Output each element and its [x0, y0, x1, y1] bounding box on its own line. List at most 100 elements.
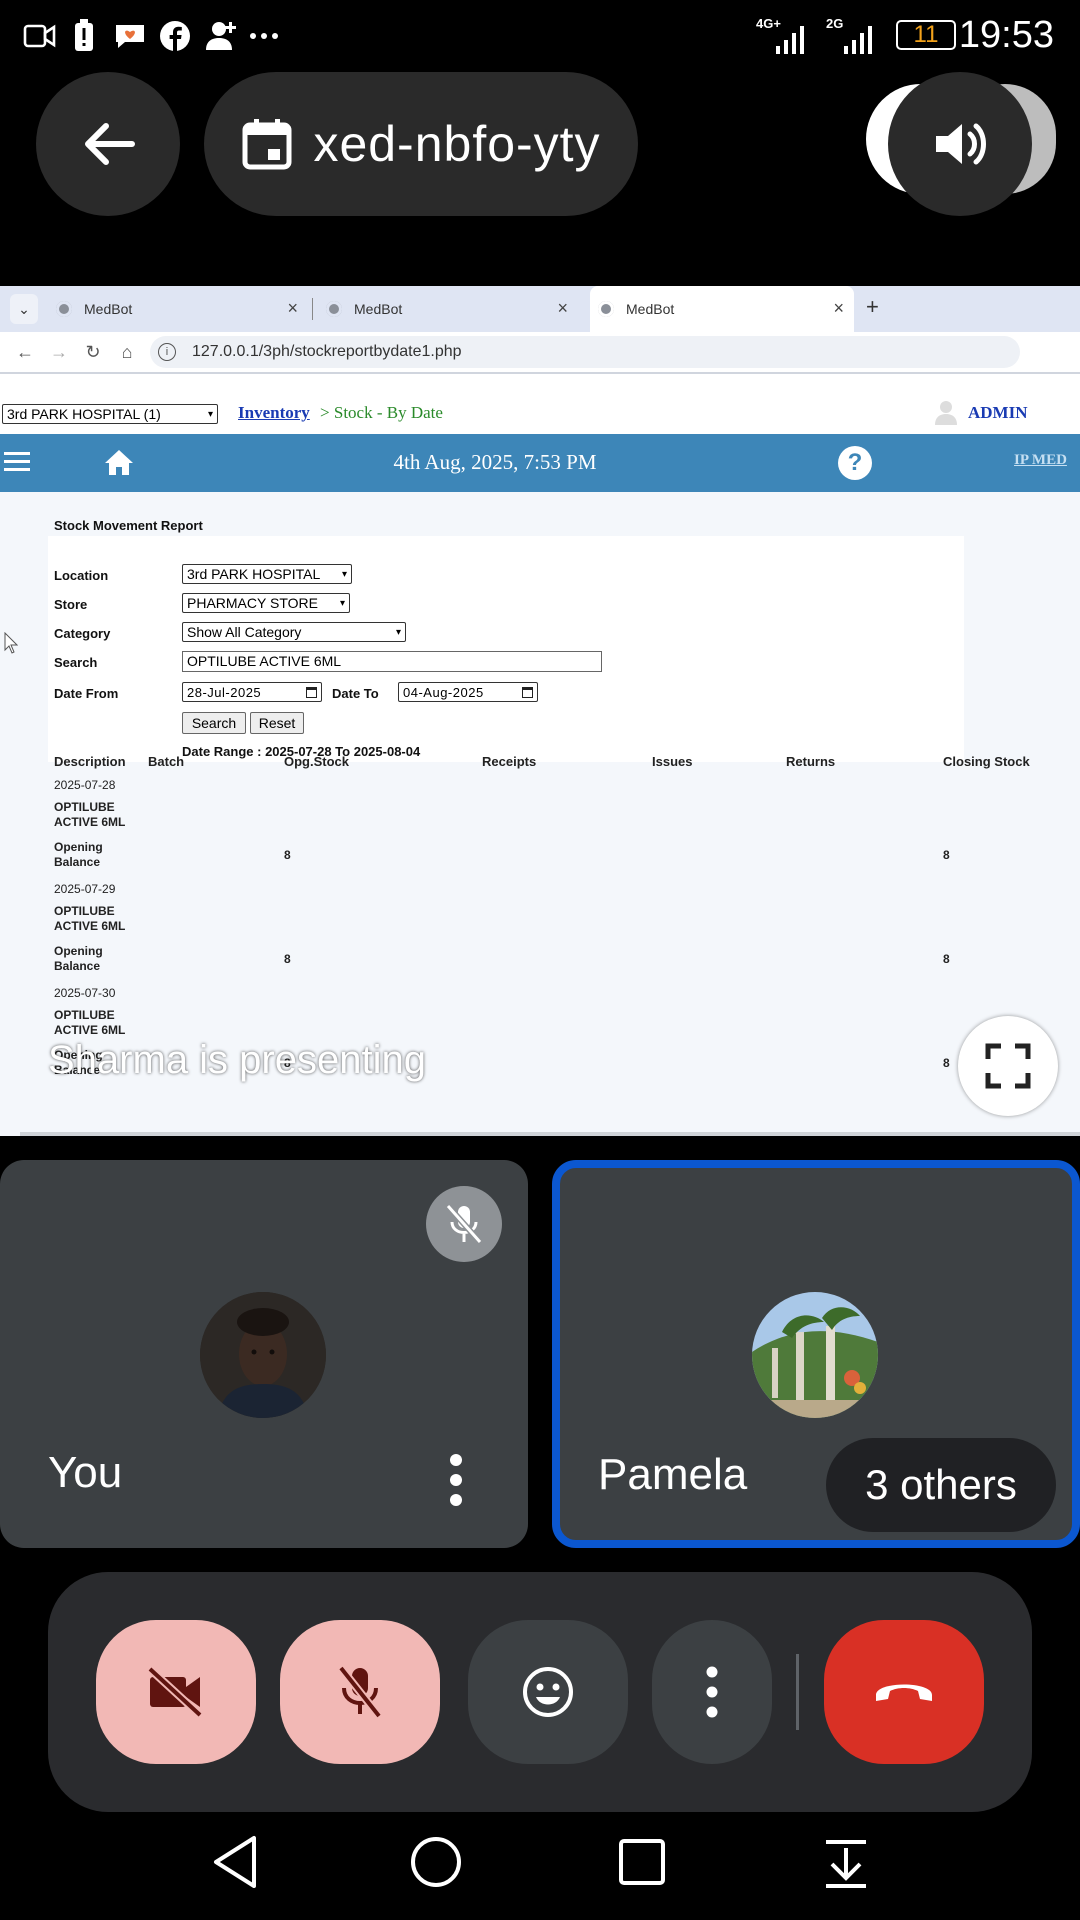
shared-screen: ⌄ MedBot × MedBot × MedBot × + ← → ↻ ⌂ i…	[0, 286, 1080, 1136]
participant-tile-pamela[interactable]: Pamela 3 others	[552, 1160, 1080, 1548]
fullscreen-button[interactable]	[958, 1016, 1058, 1116]
signal-4g-icon: 4G+	[756, 16, 804, 54]
more-options-button[interactable]	[652, 1620, 772, 1764]
info-icon[interactable]: i	[158, 343, 176, 361]
group-item: OPTILUBE ACTIVE 6ML	[54, 904, 126, 933]
col-opg-stock: Opg.Stock	[284, 754, 350, 769]
tab-divider	[312, 298, 313, 320]
tab-3-label: MedBot	[626, 301, 675, 317]
tab-list-chevron-icon[interactable]: ⌄	[10, 294, 38, 324]
call-control-bar	[48, 1572, 1032, 1812]
nav-back-icon[interactable]	[210, 1834, 260, 1890]
back-arrow-icon[interactable]: ←	[8, 342, 42, 363]
tab-3-active[interactable]: MedBot ×	[590, 286, 854, 332]
speaker-button[interactable]	[888, 72, 1032, 216]
mouse-cursor-icon	[4, 631, 19, 654]
nav-notifications-icon[interactable]	[822, 1838, 870, 1890]
closing-stock-value: 8	[943, 952, 950, 966]
status-bar: 4G+ 2G 11 19:53	[0, 0, 1080, 72]
nav-recents-icon[interactable]	[618, 1838, 666, 1886]
date-from-value: 28-Jul-2025	[187, 684, 262, 700]
col-issues: Issues	[652, 754, 693, 769]
url-text: 127.0.0.1/3ph/stockreportbydate1.php	[192, 343, 462, 360]
date-from-label: Date From	[54, 686, 119, 701]
filter-panel: Location 3rd PARK HOSPITAL ▾ Store PHARMA…	[48, 536, 964, 762]
volume-up-icon	[936, 123, 986, 165]
back-button[interactable]	[36, 72, 180, 216]
tab-2[interactable]: MedBot ×	[326, 286, 578, 332]
fullscreen-icon	[985, 1043, 1031, 1089]
arrow-back-icon	[85, 123, 135, 165]
col-batch: Batch	[148, 754, 185, 769]
signal-2g-icon: 2G	[826, 16, 882, 54]
heart-chat-icon	[112, 18, 148, 54]
breadcrumb-inventory-link[interactable]: Inventory	[238, 403, 310, 422]
table-group: 2025-07-28 OPTILUBE ACTIVE 6ML Opening B…	[54, 778, 1054, 882]
new-tab-button[interactable]: +	[866, 294, 879, 320]
camera-toggle-button[interactable]	[96, 1620, 256, 1764]
date-to-value: 04-Aug-2025	[403, 684, 484, 700]
avatar	[752, 1292, 878, 1418]
category-select[interactable]: Show All Category ▾	[182, 622, 406, 642]
close-tab-icon[interactable]: ×	[833, 298, 844, 319]
call-end-icon	[876, 1684, 932, 1701]
network-2-label: 2G	[826, 16, 844, 31]
battery-icon: 11	[896, 20, 956, 50]
globe-icon	[326, 301, 342, 317]
hospital-select[interactable]: 3rd PARK HOSPITAL (1) ▾	[2, 404, 218, 424]
col-returns: Returns	[786, 754, 836, 769]
location-label: Location	[54, 568, 109, 583]
closing-stock-value: 8	[943, 848, 950, 862]
date-to-label: Date To	[332, 686, 379, 701]
reload-icon[interactable]: ↻	[76, 342, 110, 363]
store-label: Store	[54, 597, 88, 612]
breadcrumb: Inventory > Stock - By Date	[238, 403, 443, 423]
date-from-input[interactable]: 28-Jul-2025	[182, 682, 322, 702]
closing-stock-value: 8	[943, 1056, 950, 1070]
participant-tile-you[interactable]: You	[0, 1160, 528, 1548]
store-select[interactable]: PHARMACY STORE ▾	[182, 593, 350, 613]
mic-off-icon	[445, 1204, 483, 1244]
video-icon	[22, 18, 58, 54]
meeting-code: xed-nbfo-yty	[313, 116, 601, 172]
more-icon	[248, 18, 280, 54]
calendar-icon	[522, 686, 533, 698]
globe-icon	[598, 301, 614, 317]
mic-toggle-button[interactable]	[280, 1620, 440, 1764]
meeting-code-chip[interactable]: xed-nbfo-yty	[204, 72, 638, 216]
home-icon[interactable]: ⌂	[110, 342, 144, 363]
end-call-button[interactable]	[824, 1620, 984, 1764]
search-label: Search	[54, 655, 98, 670]
others-chip[interactable]: 3 others	[826, 1438, 1056, 1532]
col-receipts: Receipts	[482, 754, 537, 769]
search-button[interactable]: Search	[182, 712, 246, 734]
close-tab-icon[interactable]: ×	[557, 298, 568, 319]
help-icon[interactable]: ?	[838, 446, 872, 480]
nav-home-icon[interactable]	[410, 1836, 462, 1888]
date-to-input[interactable]: 04-Aug-2025	[398, 682, 538, 702]
horizontal-scrollbar[interactable]	[20, 1132, 1080, 1136]
address-bar[interactable]: i 127.0.0.1/3ph/stockreportbydate1.php	[150, 336, 1020, 368]
control-divider	[796, 1654, 799, 1730]
more-vert-icon	[706, 1666, 718, 1718]
search-input[interactable]: OPTILUBE ACTIVE 6ML	[182, 651, 602, 672]
hospital-select-value: 3rd PARK HOSPITAL (1)	[7, 406, 161, 422]
more-options-icon[interactable]	[436, 1450, 476, 1510]
close-tab-icon[interactable]: ×	[287, 298, 298, 319]
participant-name-pamela: Pamela	[598, 1450, 748, 1499]
reset-button[interactable]: Reset	[250, 712, 304, 734]
browser-toolbar: ← → ↻ ⌂ i 127.0.0.1/3ph/stockreportbydat…	[0, 332, 1080, 372]
tab-1[interactable]: MedBot ×	[56, 286, 308, 332]
battery-level: 11	[913, 21, 939, 48]
reactions-button[interactable]	[468, 1620, 628, 1764]
category-label: Category	[54, 626, 111, 641]
presenting-caption: Sharma is presenting	[48, 1038, 426, 1082]
calendar-icon	[242, 119, 292, 170]
ip-med-link[interactable]: IP MED	[1014, 452, 1067, 469]
browser-tab-strip: ⌄ MedBot × MedBot × MedBot × +	[0, 286, 1080, 332]
location-select[interactable]: 3rd PARK HOSPITAL ▾	[182, 564, 352, 584]
row-label: Opening Balance	[54, 944, 103, 973]
category-value: Show All Category	[187, 624, 302, 640]
user-name[interactable]: ADMIN	[968, 403, 1028, 423]
forward-arrow-icon[interactable]: →	[42, 342, 76, 363]
